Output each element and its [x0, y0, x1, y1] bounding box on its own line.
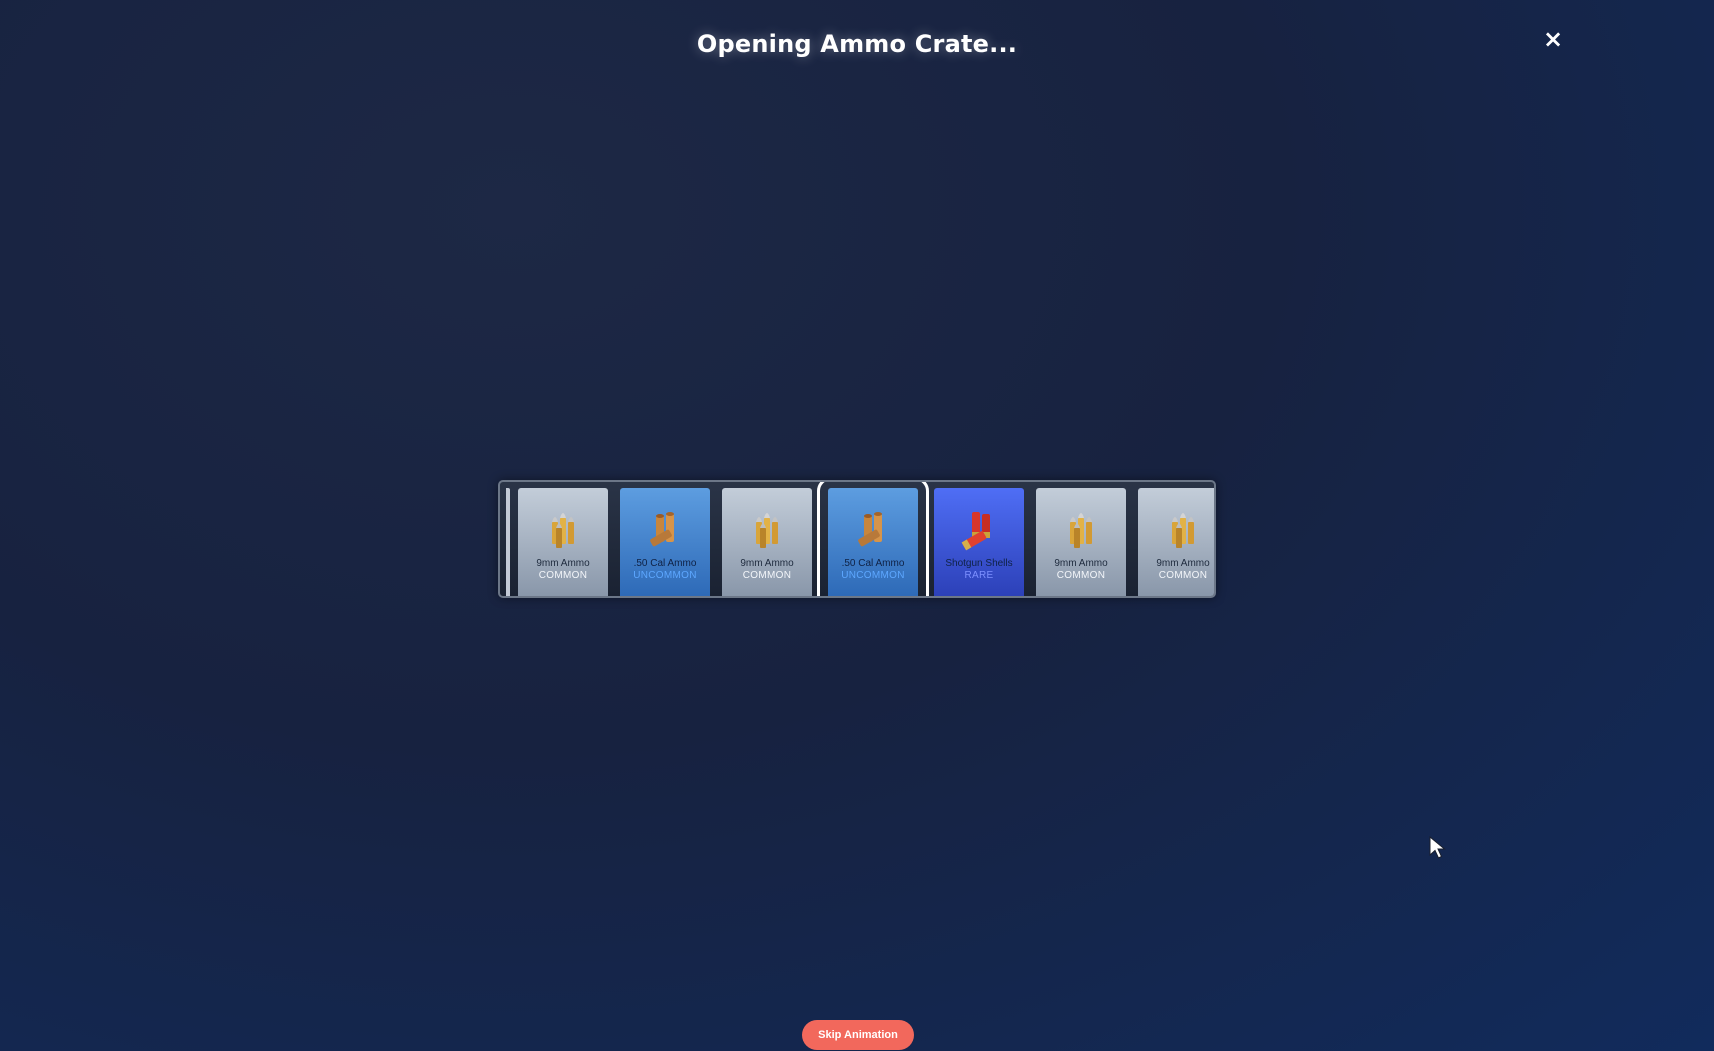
large-casings-icon	[858, 512, 882, 547]
reel-item-7: 9mm Ammo COMMON	[1138, 488, 1214, 596]
item-name: 9mm Ammo	[1156, 558, 1210, 569]
reel-item-4-selected: .50 Cal Ammo UNCOMMON	[817, 482, 929, 596]
item-name: 9mm Ammo	[536, 558, 590, 569]
reel-item-3: 9mm Ammo COMMON	[722, 488, 812, 596]
item-name: Shotgun Shells	[945, 558, 1013, 569]
reel-item-1: 9mm Ammo COMMON	[518, 488, 608, 596]
skip-animation-button[interactable]: Skip Animation	[802, 1020, 914, 1050]
reel-edge-card	[506, 488, 510, 596]
crate-reel: 9mm Ammo COMMON .50 Cal Ammo UNCOMMON 9m…	[498, 480, 1216, 598]
brass-bullets-icon	[756, 513, 778, 548]
item-rarity: COMMON	[742, 570, 792, 581]
item-rarity: UNCOMMON	[841, 570, 905, 581]
close-button[interactable]: ×	[1538, 24, 1568, 54]
large-casings-icon	[650, 512, 674, 547]
reel-item-6: 9mm Ammo COMMON	[1036, 488, 1126, 596]
item-rarity: RARE	[964, 570, 994, 581]
reel-item-5: Shotgun Shells RARE	[934, 488, 1024, 596]
reel-item-2: .50 Cal Ammo UNCOMMON	[620, 488, 710, 596]
close-icon: ×	[1542, 25, 1564, 53]
item-name: 9mm Ammo	[740, 558, 794, 569]
page-title: Opening Ammo Crate...	[696, 30, 1018, 58]
item-rarity: COMMON	[538, 570, 588, 581]
item-rarity: COMMON	[1158, 570, 1208, 581]
brass-bullets-icon	[1070, 513, 1092, 548]
item-name: .50 Cal Ammo	[633, 558, 697, 569]
item-rarity: COMMON	[1056, 570, 1106, 581]
brass-bullets-icon	[1172, 513, 1194, 548]
mouse-cursor-icon	[1429, 836, 1446, 859]
item-name: .50 Cal Ammo	[841, 558, 905, 569]
shotgun-shells-icon	[961, 512, 990, 551]
item-rarity: UNCOMMON	[633, 570, 697, 581]
item-name: 9mm Ammo	[1054, 558, 1108, 569]
brass-bullets-icon	[552, 513, 574, 548]
